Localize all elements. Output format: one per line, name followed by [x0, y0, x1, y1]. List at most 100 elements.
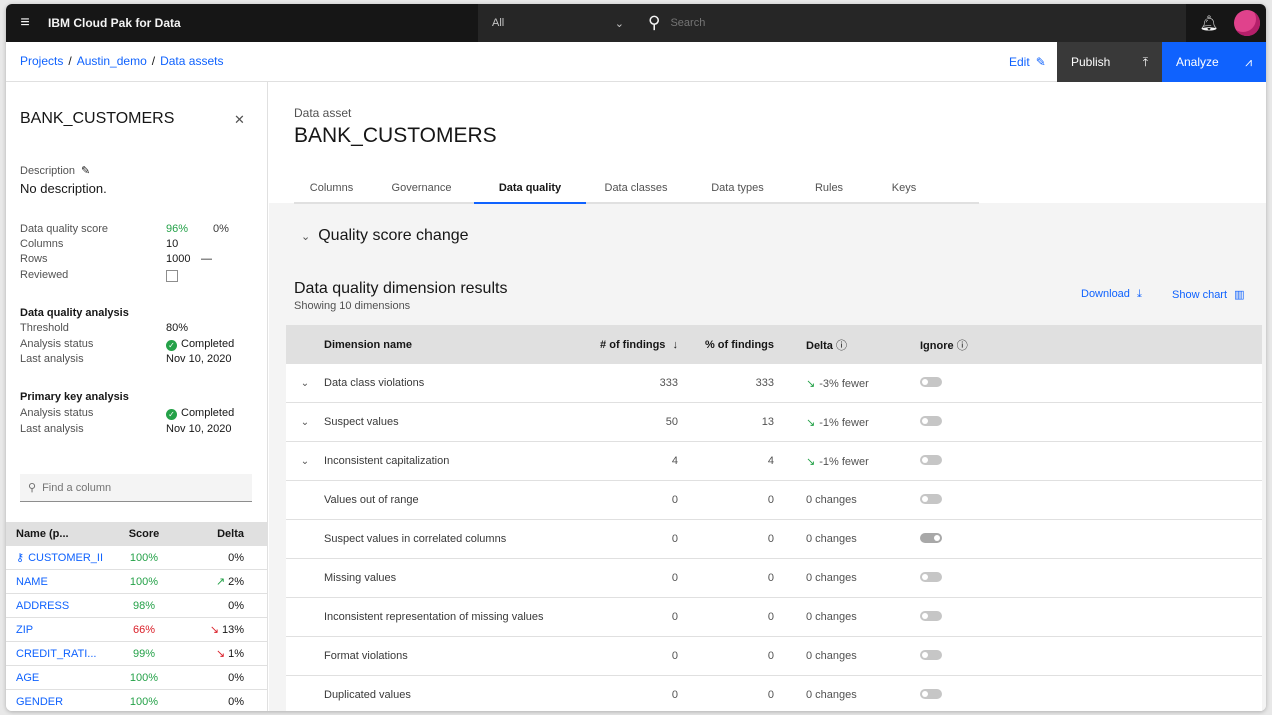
- column-score: 100%: [129, 695, 159, 708]
- ignore-toggle[interactable]: [920, 688, 942, 699]
- ignore-cell: [892, 688, 1012, 702]
- pencil-icon[interactable]: ✎: [81, 165, 90, 177]
- column-name-link[interactable]: ⚷ CUSTOMER_II: [6, 551, 116, 564]
- ignore-toggle[interactable]: [920, 415, 942, 426]
- column-delta: 0%: [172, 672, 258, 684]
- show-chart-button[interactable]: Show chart ▥: [1172, 288, 1245, 301]
- table-row[interactable]: ⚷ CUSTOMER_II 100% 0%: [6, 546, 268, 570]
- dqa-section-title: Data quality analysis: [20, 307, 129, 319]
- tab-keys[interactable]: Keys: [869, 174, 939, 204]
- table-row[interactable]: ⌄ Inconsistent capitalization 4 4 ↘ -1% fewer: [286, 442, 1262, 481]
- search-input[interactable]: [670, 17, 1071, 29]
- breadcrumb-data-assets[interactable]: Data assets: [160, 54, 223, 68]
- publish-label: Publish: [1071, 55, 1111, 69]
- reviewed-checkbox[interactable]: [166, 270, 178, 282]
- brand-name[interactable]: IBM Cloud Pak for Data: [48, 16, 181, 30]
- ignore-cell: [892, 493, 1012, 507]
- column-name: GENDER: [16, 695, 64, 708]
- tab-data-types[interactable]: Data types: [686, 174, 789, 204]
- column-name-link[interactable]: ADDRESS: [6, 600, 116, 612]
- header-dimension-name[interactable]: Dimension name: [324, 339, 574, 351]
- ignore-toggle[interactable]: [920, 649, 942, 660]
- download-icon: ⤓: [1136, 288, 1142, 300]
- table-row[interactable]: Duplicated values 0 0 0 changes: [286, 676, 1262, 711]
- header-ignore[interactable]: Ignore ⓘ: [892, 337, 1012, 353]
- dimension-name: Missing values: [324, 572, 397, 584]
- tab-governance[interactable]: Governance: [369, 174, 474, 204]
- dimension-results-table: Dimension name # of findings ↓ % of find…: [286, 325, 1262, 711]
- col-header-delta[interactable]: Delta: [172, 528, 258, 540]
- ignore-toggle[interactable]: [920, 571, 942, 582]
- column-delta-value: 1%: [228, 648, 244, 660]
- table-row[interactable]: ADDRESS 98% 0%: [6, 594, 268, 618]
- chevron-down-icon[interactable]: ⌄: [286, 456, 324, 467]
- dqa-status-value: ✓ Completed: [166, 338, 234, 351]
- table-row[interactable]: Values out of range 0 0 0 changes: [286, 481, 1262, 520]
- column-delta: 0%: [172, 696, 258, 708]
- chevron-down-icon[interactable]: ⌄: [286, 378, 324, 389]
- search-scope-select[interactable]: All ⌄: [478, 4, 638, 42]
- tab-columns[interactable]: Columns: [294, 174, 369, 204]
- findings-percent: 0: [767, 533, 774, 545]
- find-column-input[interactable]: [42, 481, 223, 494]
- table-row[interactable]: Format violations 0 0 0 changes: [286, 637, 1262, 676]
- ignore-toggle[interactable]: [920, 376, 942, 387]
- ignore-toggle[interactable]: [920, 454, 942, 465]
- hamburger-menu-icon[interactable]: ≡: [6, 4, 44, 42]
- edit-button[interactable]: Edit ✎: [1009, 42, 1046, 82]
- header-findings[interactable]: # of findings ↓: [574, 339, 678, 351]
- quality-score-change-toggle[interactable]: ⌄ Quality score change: [301, 227, 469, 245]
- ignore-toggle[interactable]: [920, 493, 942, 504]
- notification-bell-icon[interactable]: 🔔︎: [1192, 4, 1226, 42]
- table-row[interactable]: ZIP 66% ↘ 13%: [6, 618, 268, 642]
- header-pct-findings[interactable]: % of findings: [678, 339, 774, 351]
- findings-count: 4: [671, 455, 678, 467]
- column-name-link[interactable]: AGE: [6, 672, 116, 684]
- check-circle-icon: ✓: [166, 340, 177, 351]
- column-name-link[interactable]: GENDER: [6, 696, 116, 708]
- table-row[interactable]: CREDIT_RATI... 99% ↘ 1%: [6, 642, 268, 666]
- quality-score-change-label: Quality score change: [318, 227, 469, 244]
- findings-count: 0: [671, 533, 678, 545]
- table-row[interactable]: Suspect values in correlated columns 0 0 0 …: [286, 520, 1262, 559]
- table-row[interactable]: AGE 100% 0%: [6, 666, 268, 690]
- table-row[interactable]: ⌄ Data class violations 333 333 ↘ -3% fewer: [286, 364, 1262, 403]
- delta-cell: ↘ -3% fewer: [774, 377, 892, 390]
- user-avatar[interactable]: [1234, 10, 1260, 36]
- breadcrumb-project[interactable]: Austin_demo: [77, 54, 147, 68]
- close-icon[interactable]: ✕: [234, 112, 245, 128]
- tab-data-classes[interactable]: Data classes: [586, 174, 686, 204]
- column-name-link[interactable]: ZIP: [6, 624, 116, 636]
- chevron-down-icon[interactable]: ⌄: [286, 417, 324, 428]
- table-row[interactable]: NAME 100% ↗ 2%: [6, 570, 268, 594]
- delta-cell: 0 changes: [774, 572, 892, 584]
- ignore-toggle[interactable]: [920, 610, 942, 621]
- delta-cell: ↘ -1% fewer: [774, 455, 892, 468]
- column-name-link[interactable]: NAME: [6, 576, 116, 588]
- table-row[interactable]: GENDER 100% 0%: [6, 690, 268, 711]
- column-name-link[interactable]: CREDIT_RATI...: [6, 648, 116, 660]
- col-header-name[interactable]: Name (p...: [6, 528, 116, 540]
- column-delta-value: 0%: [228, 695, 244, 708]
- info-icon[interactable]: ⓘ: [836, 340, 847, 352]
- info-icon[interactable]: ⓘ: [957, 340, 968, 352]
- column-score: 66%: [132, 623, 156, 636]
- breadcrumb-projects[interactable]: Projects: [20, 54, 63, 68]
- col-header-score[interactable]: Score: [116, 528, 172, 540]
- download-button[interactable]: Download ⤓: [1081, 288, 1142, 301]
- pka-last-value: Nov 10, 2020: [166, 423, 232, 435]
- dimension-name: Inconsistent capitalization: [324, 455, 450, 467]
- publish-button[interactable]: Publish ⤒: [1057, 42, 1162, 82]
- tab-rules[interactable]: Rules: [789, 174, 869, 204]
- delta-value: 0 changes: [806, 494, 857, 506]
- breadcrumb-bar: Projects / Austin_demo / Data assets Edit ✎ …: [6, 42, 1266, 82]
- table-row[interactable]: Missing values 0 0 0 changes: [286, 559, 1262, 598]
- delta-value: 0 changes: [806, 689, 857, 701]
- analyze-button[interactable]: Analyze ⩘: [1162, 42, 1266, 82]
- table-row[interactable]: Inconsistent representation of missing v…: [286, 598, 1262, 637]
- table-row[interactable]: ⌄ Suspect values 50 13 ↘ -1% fewer: [286, 403, 1262, 442]
- column-delta-value: 0%: [228, 551, 244, 564]
- ignore-toggle[interactable]: [920, 532, 942, 543]
- header-delta[interactable]: Delta ⓘ: [774, 337, 892, 353]
- tab-data-quality[interactable]: Data quality: [474, 174, 586, 204]
